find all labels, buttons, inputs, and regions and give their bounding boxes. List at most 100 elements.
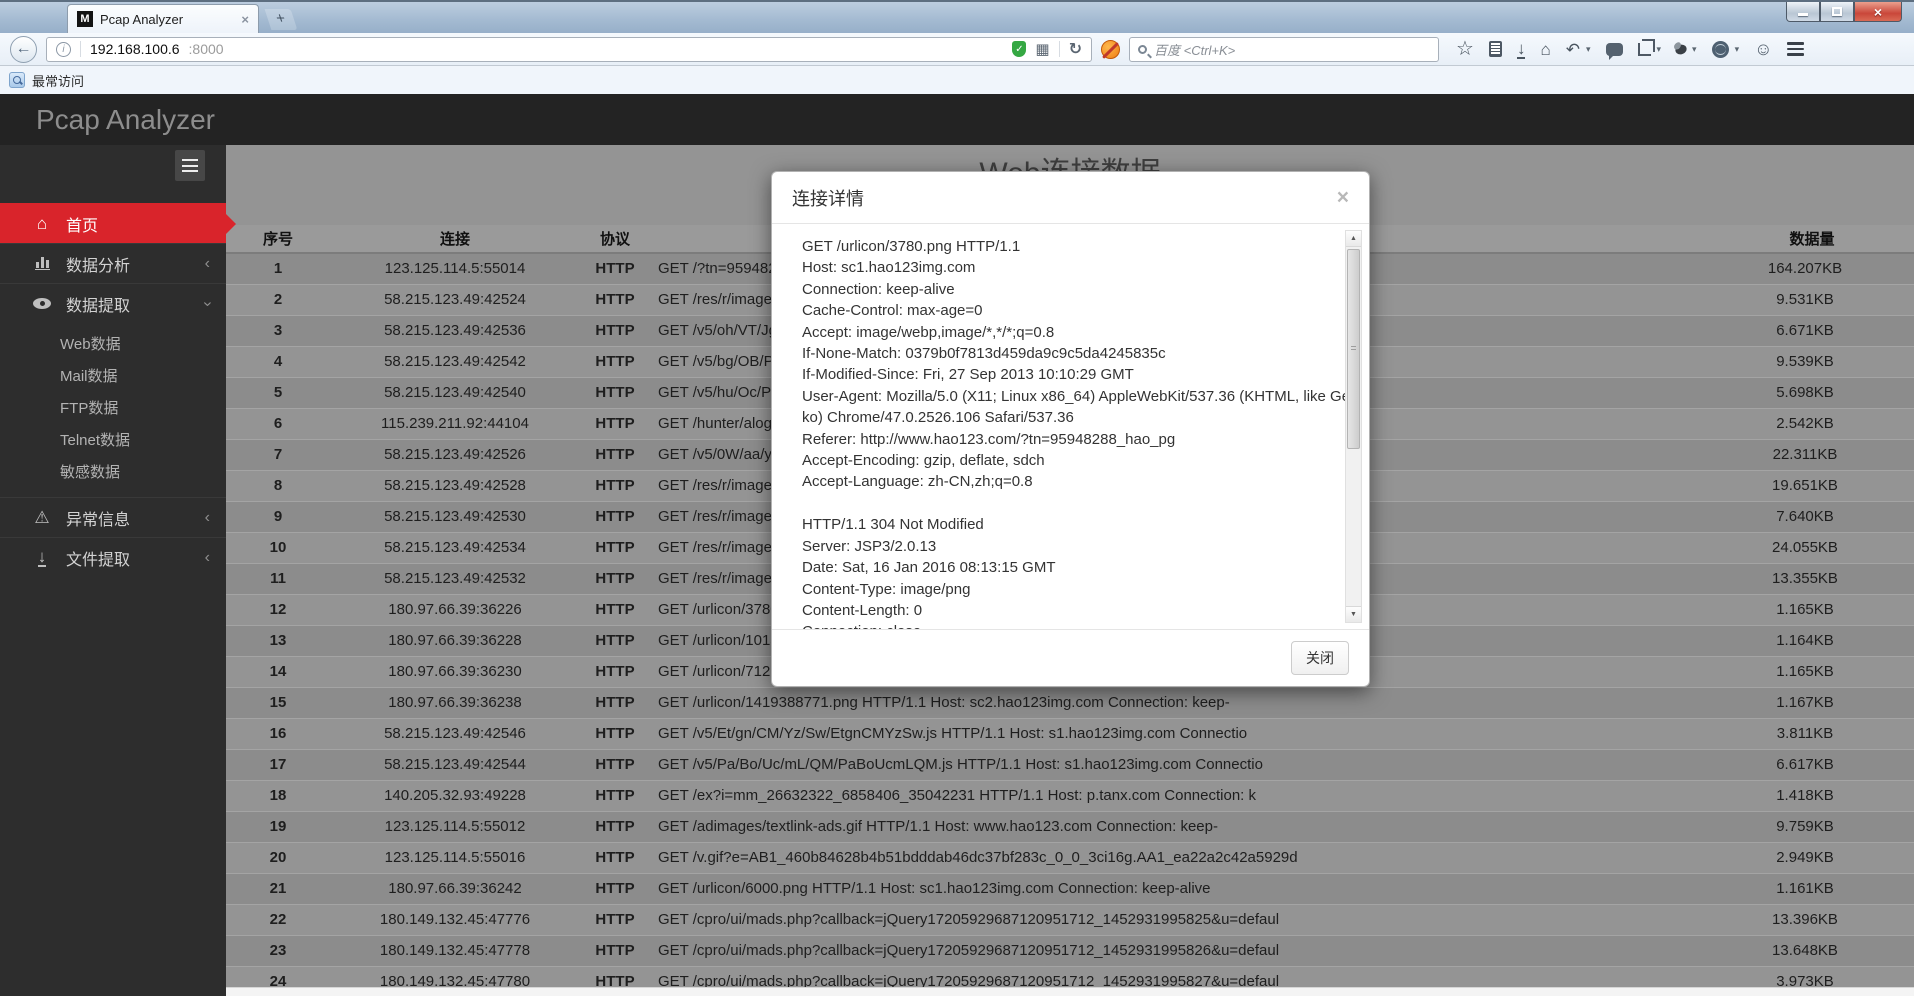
search-icon	[1138, 45, 1147, 54]
table-row[interactable]: 15180.97.66.39:36238HTTPGET /urlicon/141…	[226, 687, 1914, 718]
table-row[interactable]: 1758.215.123.49:42544HTTPGET /v5/Pa/Bo/U…	[226, 749, 1914, 780]
cell-req: GET /cpro/ui/mads.php?callback=jQuery172…	[650, 935, 1710, 966]
menu-icon[interactable]	[1787, 42, 1804, 56]
undo-dropdown-icon[interactable]: ▾	[1586, 44, 1591, 55]
browser-tab[interactable]: M Pcap Analyzer ×	[67, 4, 259, 33]
sidebar-item-abnormal-info[interactable]: ⚠ 异常信息 ‹	[0, 497, 226, 537]
cell-conn: 123.125.114.5:55012	[330, 811, 580, 842]
cell-size: 2.949KB	[1710, 842, 1914, 873]
back-button[interactable]: ←	[10, 36, 37, 63]
window-controls: ×	[1786, 2, 1902, 22]
most-visited-bookmark[interactable]: 最常访问	[32, 71, 84, 90]
cell-conn: 58.215.123.49:42534	[330, 532, 580, 563]
restore-button[interactable]	[1820, 2, 1854, 22]
chat-bubble-icon[interactable]	[1606, 43, 1623, 56]
sidebar-subitem-web-data[interactable]: Web数据	[0, 327, 226, 359]
crop-dropdown-icon[interactable]: ▾	[1657, 44, 1662, 55]
sidebar-item-data-extraction[interactable]: 数据提取 ‹	[0, 283, 226, 323]
downloads-icon[interactable]: ↓	[1517, 40, 1526, 59]
browser-titlebar: M Pcap Analyzer × + ×	[0, 0, 1914, 33]
cell-conn: 58.215.123.49:42544	[330, 749, 580, 780]
cell-proto: HTTP	[580, 439, 650, 470]
scroll-up-icon[interactable]: ▲	[1346, 231, 1361, 247]
modal-close-button[interactable]: 关闭	[1291, 641, 1349, 675]
fly-addon-icon[interactable]	[1674, 42, 1689, 57]
url-host: 192.168.100.6	[90, 41, 180, 57]
flash-block-icon[interactable]	[1101, 40, 1120, 59]
cell-size: 22.311KB	[1710, 439, 1914, 470]
sidebar-subitem-telnet-data[interactable]: Telnet数据	[0, 423, 226, 455]
shield-icon[interactable]: ✓	[1012, 41, 1026, 57]
scroll-down-icon[interactable]: ▼	[1346, 606, 1361, 622]
header-protocol: 协议	[580, 225, 650, 253]
chevron-left-icon: ‹	[205, 509, 210, 527]
search-bar[interactable]: 百度 <Ctrl+K>	[1129, 37, 1439, 62]
table-row[interactable]: 21180.97.66.39:36242HTTPGET /urlicon/600…	[226, 873, 1914, 904]
cell-no: 9	[226, 501, 330, 532]
cell-no: 5	[226, 377, 330, 408]
sidebar-item-file-extraction[interactable]: ↓ 文件提取 ‹	[0, 537, 226, 577]
cell-proto: HTTP	[580, 811, 650, 842]
table-row[interactable]: 1658.215.123.49:42546HTTPGET /v5/Et/gn/C…	[226, 718, 1914, 749]
sidebar-item-home[interactable]: ⌂ 首页	[0, 203, 226, 243]
modal-scrollbar[interactable]: ▲ ▼	[1345, 230, 1362, 623]
table-row[interactable]: 22180.149.132.45:47776HTTPGET /cpro/ui/m…	[226, 904, 1914, 935]
cell-size: 2.542KB	[1710, 408, 1914, 439]
cell-conn: 58.215.123.49:42546	[330, 718, 580, 749]
cell-no: 2	[226, 284, 330, 315]
sidebar-subitem-mail-data[interactable]: Mail数据	[0, 359, 226, 391]
sidebar: ⌂ 首页 数据分析 ‹ 数据提取 ‹ Web数据	[0, 145, 226, 996]
undo-icon[interactable]: ↶	[1566, 41, 1580, 58]
cell-size: 13.396KB	[1710, 904, 1914, 935]
info-icon[interactable]: i	[56, 42, 71, 57]
table-row[interactable]: 20123.125.114.5:55016HTTPGET /v.gif?e=AB…	[226, 842, 1914, 873]
cell-size: 9.531KB	[1710, 284, 1914, 315]
home-icon[interactable]: ⌂	[1540, 41, 1550, 58]
chevron-left-icon: ‹	[205, 255, 210, 273]
minimize-button[interactable]	[1786, 2, 1820, 22]
cell-conn: 58.215.123.49:42524	[330, 284, 580, 315]
cell-conn: 180.97.66.39:36230	[330, 656, 580, 687]
clipboard-icon[interactable]	[1489, 41, 1502, 57]
url-bar[interactable]: i 192.168.100.6:8000 ✓ ▦ ↻	[46, 37, 1092, 62]
modal-close-icon[interactable]: ×	[1337, 187, 1349, 208]
cell-conn: 58.215.123.49:42528	[330, 470, 580, 501]
scrollbar-thumb[interactable]	[1347, 249, 1360, 449]
sidebar-subitem-ftp-data[interactable]: FTP数据	[0, 391, 226, 423]
cell-proto: HTTP	[580, 656, 650, 687]
globe-dropdown-icon[interactable]: ▾	[1735, 44, 1740, 55]
app-header: Pcap Analyzer	[0, 94, 1914, 145]
fly-dropdown-icon[interactable]: ▾	[1692, 44, 1697, 55]
horizontal-scrollbar[interactable]	[226, 987, 1914, 996]
close-window-button[interactable]: ×	[1854, 2, 1902, 22]
tab-close-icon[interactable]: ×	[241, 12, 249, 27]
bookmark-star-icon[interactable]: ☆	[1456, 39, 1474, 59]
table-row[interactable]: 23180.149.132.45:47778HTTPGET /cpro/ui/m…	[226, 935, 1914, 966]
cell-size: 1.418KB	[1710, 780, 1914, 811]
screenshot-crop-icon[interactable]	[1638, 43, 1651, 56]
smiley-addon-icon[interactable]: ☺	[1754, 39, 1772, 60]
cell-size: 19.651KB	[1710, 470, 1914, 501]
reload-icon[interactable]: ↻	[1069, 39, 1082, 59]
table-row[interactable]: 19123.125.114.5:55012HTTPGET /adimages/t…	[226, 811, 1914, 842]
new-tab-button[interactable]: +	[265, 9, 298, 30]
cell-no: 16	[226, 718, 330, 749]
cell-conn: 58.215.123.49:42542	[330, 346, 580, 377]
cell-no: 7	[226, 439, 330, 470]
connection-detail-text: GET /urlicon/3780.png HTTP/1.1 Host: sc1…	[802, 236, 1325, 629]
qr-code-icon[interactable]: ▦	[1035, 40, 1049, 58]
cell-req: GET /urlicon/6000.png HTTP/1.1 Host: sc1…	[650, 873, 1710, 904]
table-row[interactable]: 18140.205.32.93:49228HTTPGET /ex?i=mm_26…	[226, 780, 1914, 811]
cell-conn: 180.97.66.39:36238	[330, 687, 580, 718]
cell-req: GET /cpro/ui/mads.php?callback=jQuery172…	[650, 904, 1710, 935]
cell-proto: HTTP	[580, 377, 650, 408]
cell-proto: HTTP	[580, 408, 650, 439]
sidebar-item-data-analysis[interactable]: 数据分析 ‹	[0, 243, 226, 283]
cell-size: 1.165KB	[1710, 594, 1914, 625]
sidebar-toggle-button[interactable]	[175, 150, 205, 181]
cell-conn: 58.215.123.49:42530	[330, 501, 580, 532]
cell-size: 24.055KB	[1710, 532, 1914, 563]
cell-proto: HTTP	[580, 594, 650, 625]
proxy-globe-icon[interactable]	[1712, 41, 1729, 58]
sidebar-subitem-sensitive-data[interactable]: 敏感数据	[0, 455, 226, 487]
